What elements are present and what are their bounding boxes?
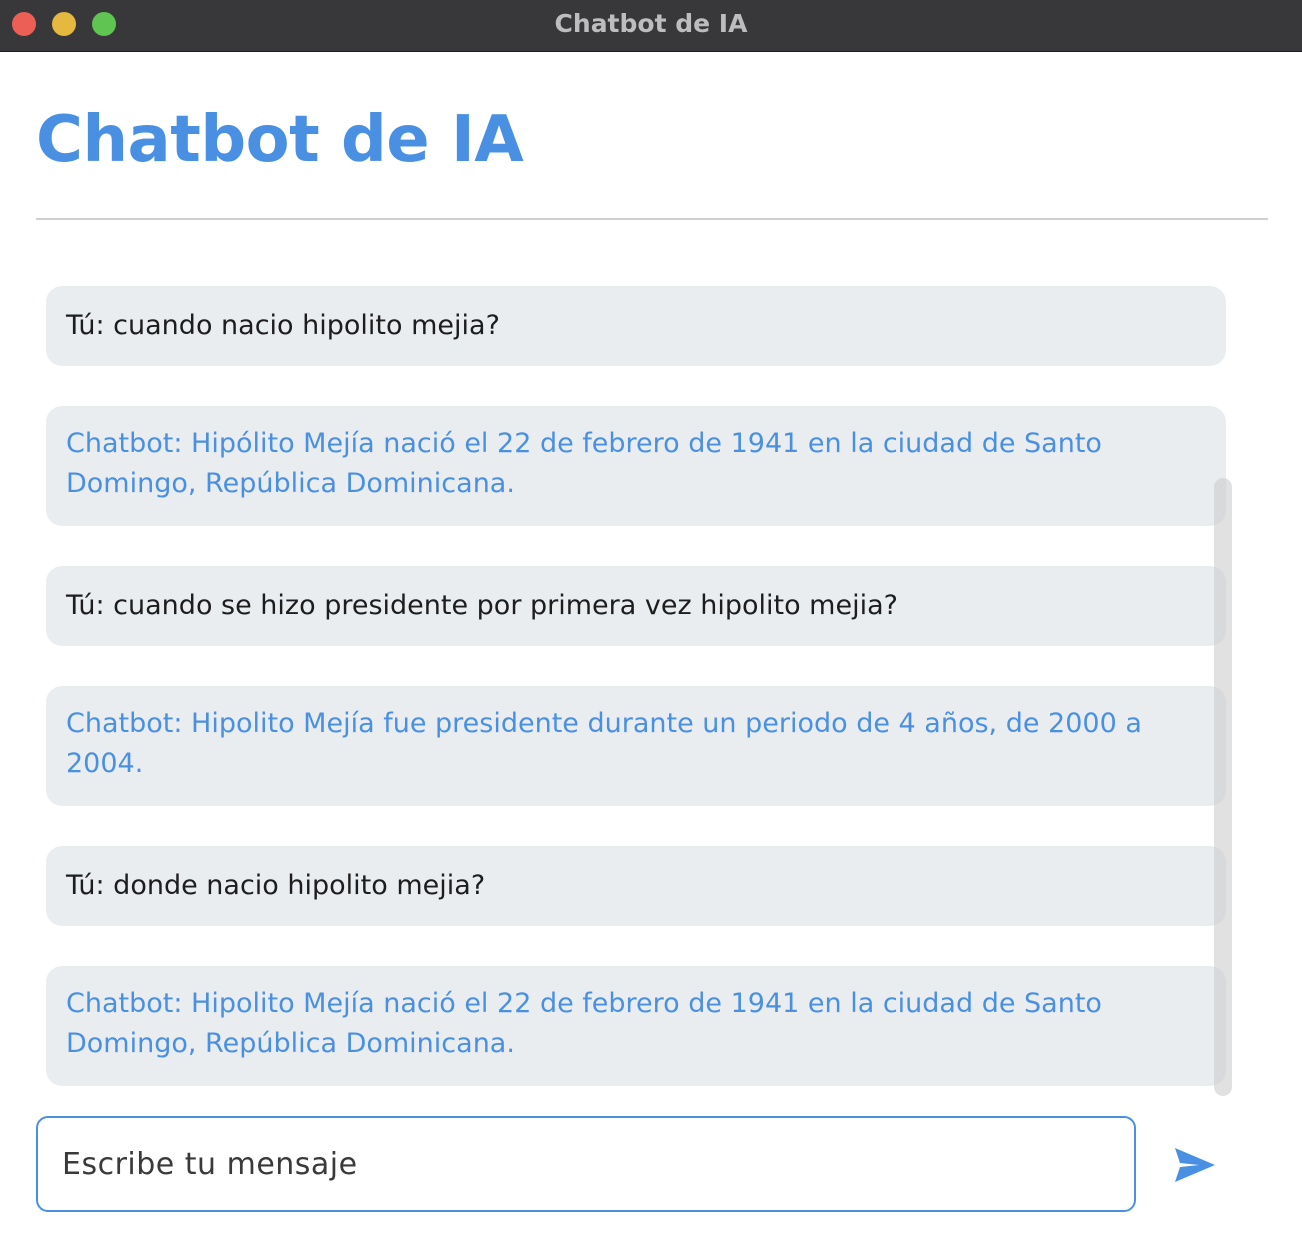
app-window: Chatbot de IA Chatbot de IA Tú: cuando n… <box>0 0 1302 1246</box>
chat-history[interactable]: Tú: cuando nacio hipolito mejia? Chatbot… <box>46 286 1226 1086</box>
bot-message: Chatbot: Hipólito Mejía nació el 22 de f… <box>46 406 1226 526</box>
header-divider <box>36 218 1268 220</box>
bot-message: Chatbot: Hipolito Mejía nació el 22 de f… <box>46 966 1226 1086</box>
message-input[interactable] <box>36 1116 1136 1212</box>
user-message: Tú: cuando se hizo presidente por primer… <box>46 566 1226 646</box>
bot-message: Chatbot: Hipolito Mejía fue presidente d… <box>46 686 1226 806</box>
user-message: Tú: donde nacio hipolito mejia? <box>46 846 1226 926</box>
page-title: Chatbot de IA <box>36 103 524 177</box>
window-title: Chatbot de IA <box>554 9 748 38</box>
user-message: Tú: cuando nacio hipolito mejia? <box>46 286 1226 366</box>
send-icon <box>1175 1148 1215 1182</box>
chat-scrollbar[interactable] <box>1214 478 1232 1096</box>
title-bar: Chatbot de IA <box>0 0 1302 52</box>
send-button[interactable] <box>1170 1140 1220 1190</box>
